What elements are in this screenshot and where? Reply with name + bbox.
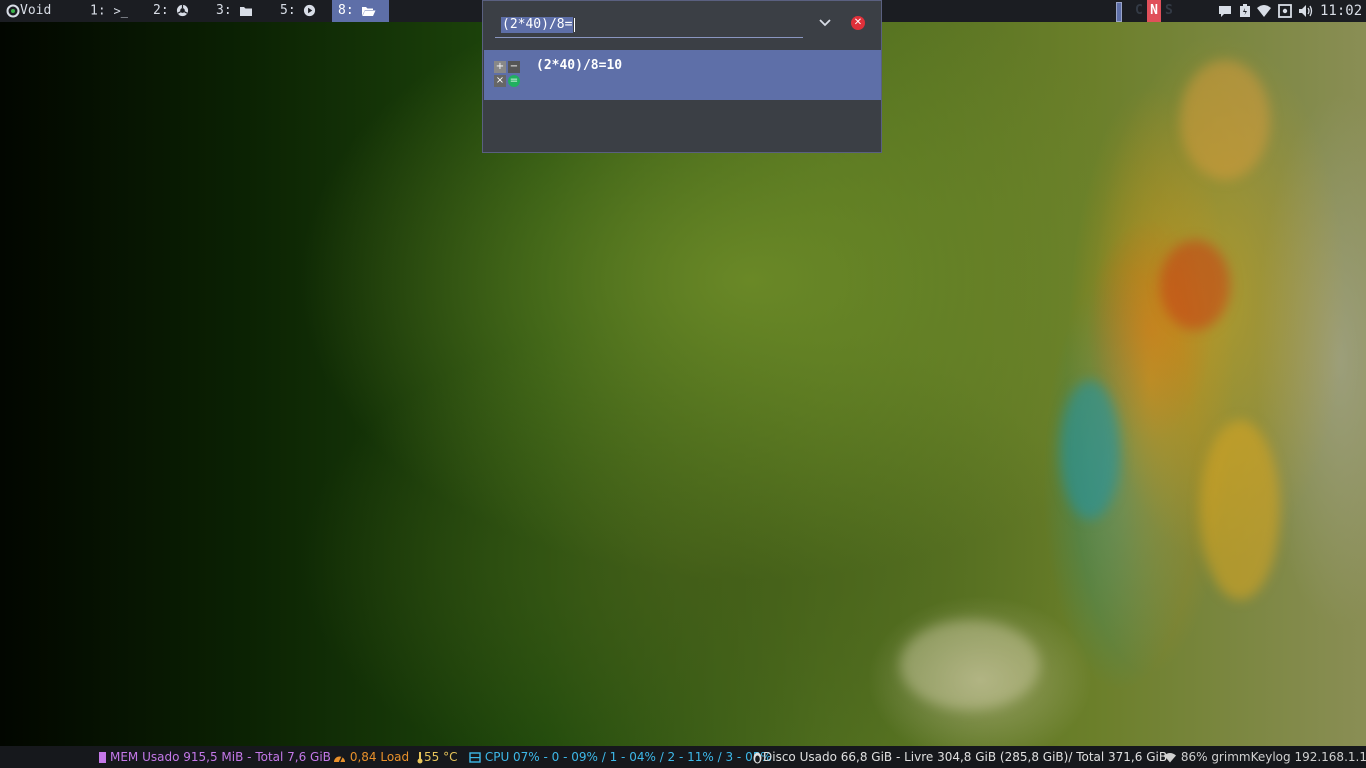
wallpaper-detail: [1200, 420, 1280, 600]
network-widget[interactable]: 86% grimmKeylog 192.168.1.110: [1163, 746, 1366, 768]
cpu-icon: [469, 752, 481, 763]
chevron-down-icon[interactable]: [817, 15, 833, 31]
battery-icon[interactable]: [1239, 4, 1251, 18]
terminal-icon: >_: [113, 4, 128, 18]
temperature-widget[interactable]: 55 °C: [416, 746, 457, 768]
clock[interactable]: 11:02: [1320, 0, 1362, 22]
wifi-icon: [1164, 753, 1176, 763]
void-logo-icon: [6, 4, 20, 17]
workspace-8[interactable]: 8:: [332, 0, 389, 22]
result-label: (2*40)/8=10: [536, 58, 623, 73]
workspace-1[interactable]: 1: >_: [84, 0, 134, 22]
wallpaper-detail: [900, 620, 1040, 710]
wallpaper-detail: [1060, 380, 1120, 520]
memory-label: MEM Usado 915,5 MiB - Total 7,6 GiB: [110, 750, 331, 764]
play-icon: [304, 4, 316, 17]
distro-menu[interactable]: Void: [6, 0, 51, 22]
bottom-panel: MEM Usado 915,5 MiB - Total 7,6 GiB 0,84…: [0, 746, 1366, 768]
network-label: 86% grimmKeylog 192.168.1.110: [1180, 750, 1366, 764]
distro-label: Void: [20, 3, 52, 18]
chat-icon[interactable]: [1218, 4, 1232, 18]
cpu-widget[interactable]: CPU 07% - 0 - 09% / 1 - 04% / 2 - 11% / …: [469, 746, 772, 768]
workspace-5[interactable]: 5:: [274, 0, 322, 22]
workspace-label: 8:: [338, 3, 354, 18]
linux-tux-icon: [753, 752, 762, 764]
launcher-window: (2*40)/8= ✕ + − × = (2*40)/8=10: [482, 0, 882, 153]
disk-label: Disco Usado 66,8 GiB - Livre 304,8 GiB (…: [763, 750, 1168, 764]
load-label: 0,84 Load: [349, 750, 410, 764]
wallpaper-detail: [1160, 240, 1230, 330]
load-widget[interactable]: 0,84 Load: [333, 746, 409, 768]
result-item[interactable]: + − × = (2*40)/8=10: [484, 50, 881, 100]
workspace-3[interactable]: 3:: [210, 0, 259, 22]
close-button[interactable]: ✕: [851, 16, 865, 30]
workspace-label: 3:: [216, 3, 232, 18]
folder-icon: [240, 6, 253, 16]
workspace-label: 2:: [153, 3, 169, 18]
screenshot-icon[interactable]: [1278, 4, 1292, 18]
workspace-label: 1:: [90, 3, 106, 19]
cpu-label: CPU 07% - 0 - 09% / 1 - 04% / 2 - 11% / …: [484, 750, 772, 764]
folder-open-icon: [362, 6, 376, 16]
workspace-label: 5:: [280, 3, 296, 18]
calculator-icon: + − × =: [494, 61, 520, 87]
thermometer-icon: [417, 752, 423, 764]
text-caret: [574, 18, 575, 32]
tray-n-badge[interactable]: N: [1147, 0, 1161, 22]
disk-widget[interactable]: Disco Usado 66,8 GiB - Livre 304,8 GiB (…: [752, 746, 1167, 768]
chrome-icon: [177, 4, 189, 17]
tray-c-label: C: [1135, 3, 1143, 18]
battery-bar-icon: [1116, 2, 1122, 22]
workspace-2[interactable]: 2:: [147, 0, 195, 22]
gauge-icon: [334, 756, 345, 762]
search-input[interactable]: (2*40)/8=: [501, 17, 574, 33]
wallpaper-detail: [1180, 60, 1270, 180]
volume-icon[interactable]: [1298, 4, 1314, 18]
temperature-label: 55 °C: [424, 750, 458, 764]
search-field[interactable]: (2*40)/8=: [495, 13, 803, 38]
memory-widget[interactable]: MEM Usado 915,5 MiB - Total 7,6 GiB: [99, 746, 331, 768]
wifi-icon[interactable]: [1256, 4, 1272, 18]
memory-icon: [99, 752, 106, 763]
tray-s-label: S: [1165, 3, 1173, 18]
tray-indicator: [1116, 0, 1122, 22]
